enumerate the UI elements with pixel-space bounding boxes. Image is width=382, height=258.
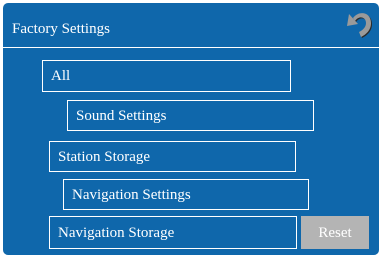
settings-panel: Factory Settings All Sound Settings Stat…	[3, 3, 379, 255]
reset-button[interactable]: Reset	[301, 216, 369, 249]
header-divider	[3, 47, 379, 48]
option-station-storage[interactable]: Station Storage	[49, 141, 296, 172]
option-all[interactable]: All	[42, 60, 291, 92]
option-navigation-settings[interactable]: Navigation Settings	[63, 179, 309, 210]
option-all-label: All	[51, 68, 71, 84]
option-navigation-settings-label: Navigation Settings	[72, 186, 191, 203]
page-title: Factory Settings	[12, 21, 110, 37]
option-sound-settings-label: Sound Settings	[76, 107, 167, 124]
undo-arrow-icon	[347, 13, 372, 38]
option-sound-settings[interactable]: Sound Settings	[67, 100, 314, 131]
option-navigation-storage[interactable]: Navigation Storage	[49, 216, 297, 249]
factory-settings-screen: Factory Settings All Sound Settings Stat…	[0, 0, 382, 258]
reset-button-label: Reset	[318, 224, 352, 241]
option-station-storage-label: Station Storage	[58, 148, 151, 165]
back-button[interactable]	[342, 7, 376, 41]
option-navigation-storage-label: Navigation Storage	[58, 224, 175, 241]
